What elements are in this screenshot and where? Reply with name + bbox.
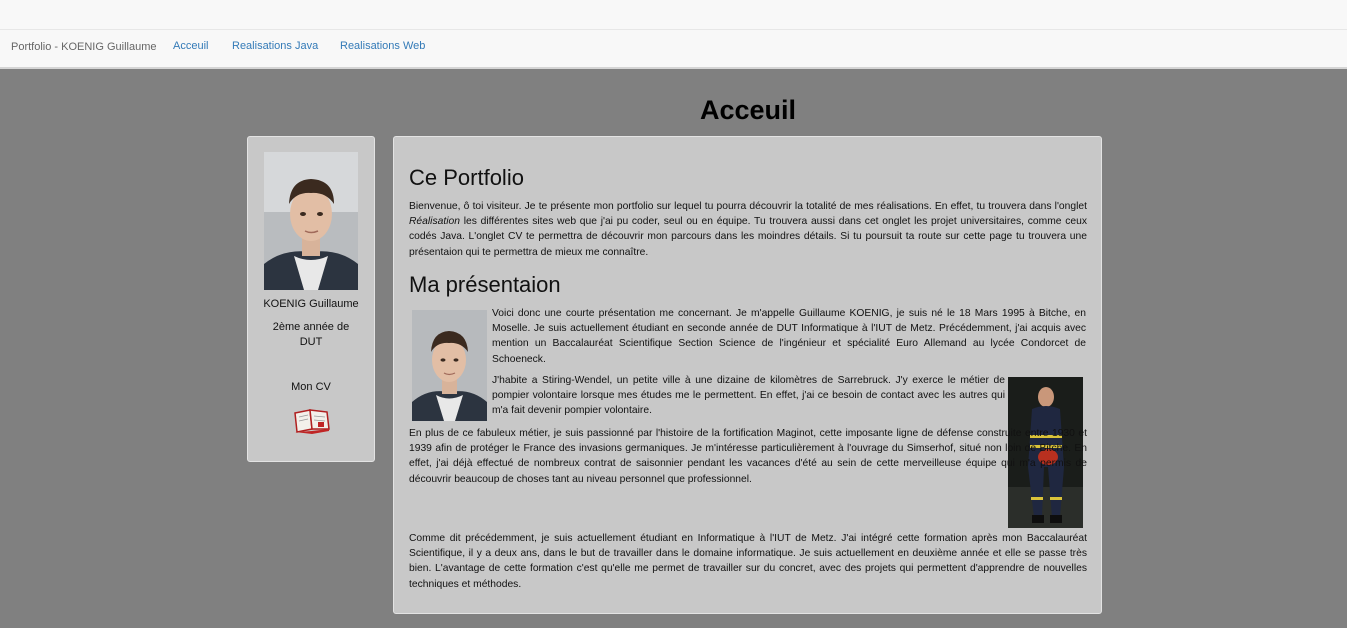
main-content-panel: Ce Portfolio Bienvenue, ô toi visiteur. … bbox=[393, 136, 1102, 614]
profile-year-line1: 2ème année de bbox=[272, 321, 350, 333]
profile-year-line2: DUT bbox=[299, 336, 323, 348]
nav-link-realisations-web[interactable]: Realisations Web bbox=[340, 40, 425, 52]
presentation-heading: Ma présentaion bbox=[409, 272, 561, 297]
cv-book-icon[interactable] bbox=[292, 407, 332, 435]
profile-photo bbox=[264, 152, 358, 290]
profile-name: KOENIG Guillaume bbox=[263, 298, 359, 310]
profile-sidebar: KOENIG Guillaume 2ème année de DUT Mon C… bbox=[247, 136, 375, 462]
browser-top-strip bbox=[0, 0, 1347, 30]
portrait-photo bbox=[412, 310, 487, 421]
presentation-paragraph-4: Comme dit précédemment, je suis actuelle… bbox=[409, 533, 1087, 590]
cv-label[interactable]: Mon CV bbox=[248, 380, 374, 395]
realisation-emphasis: Réalisation bbox=[409, 216, 460, 228]
presentation-paragraph-3: En plus de ce fabuleux métier, je suis p… bbox=[409, 428, 1087, 485]
page-title: Acceuil bbox=[699, 95, 797, 125]
presentation-paragraph-1: Voici donc une courte présentation me co… bbox=[492, 308, 1086, 365]
nav-link-acceuil[interactable]: Acceuil bbox=[173, 40, 208, 52]
navbar-brand[interactable]: Portfolio - KOENIG Guillaume bbox=[11, 41, 157, 53]
portfolio-heading: Ce Portfolio bbox=[409, 165, 524, 190]
navbar: Portfolio - KOENIG Guillaume Acceuil Rea… bbox=[0, 30, 1347, 69]
presentation-paragraph-2: J'habite a Stiring-Wendel, un petite vil… bbox=[492, 375, 1005, 417]
portfolio-text: Bienvenue, ô toi visiteur. Je te présent… bbox=[409, 201, 1087, 258]
nav-link-realisations-java[interactable]: Realisations Java bbox=[232, 40, 318, 52]
